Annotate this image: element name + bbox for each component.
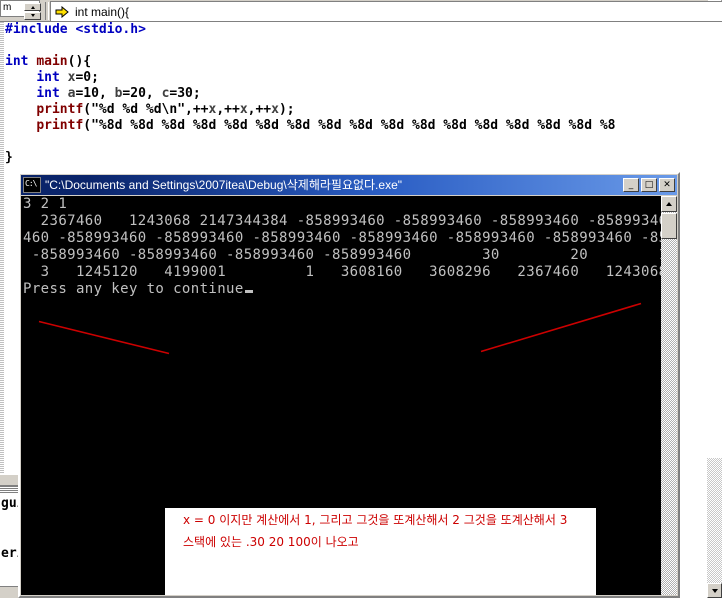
pane-status-strip <box>0 586 18 598</box>
triangle-down-icon[interactable] <box>707 583 722 598</box>
minimize-icon: _ <box>628 180 634 190</box>
triangle-up-icon[interactable] <box>661 196 677 212</box>
maximize-icon: □ <box>644 180 654 190</box>
console-window[interactable]: C:\ "C:\Documents and Settings\2007itea\… <box>18 172 680 598</box>
annotation-line-2: 스택에 있는 .30 20 100이 나오고 <box>183 535 359 549</box>
minimize-button[interactable]: _ <box>623 178 639 192</box>
pane-text-fragment-2: eri <box>1 546 18 561</box>
red-leader-line-right <box>480 302 642 353</box>
console-output-text: 3 2 1 2367460 1243068 2147344384 -858993… <box>23 196 677 297</box>
class-combo-value: m <box>3 2 12 13</box>
toolbar-separator <box>45 2 49 20</box>
pane-text-fragment-1: gui <box>1 496 18 511</box>
pane-splitter-top[interactable] <box>0 474 18 486</box>
console-title: "C:\Documents and Settings\2007itea\Debu… <box>45 178 403 192</box>
yellow-arrow-right-icon <box>55 6 69 18</box>
console-vertical-scrollbar[interactable] <box>661 196 677 595</box>
member-combo-box[interactable]: int main(){ <box>50 1 722 21</box>
pane-tab-strip[interactable] <box>0 486 18 494</box>
triangle-down-icon[interactable] <box>24 12 41 20</box>
maximize-button[interactable]: □ <box>641 178 657 192</box>
console-scroll-thumb[interactable] <box>661 213 677 239</box>
triangle-up-icon[interactable] <box>24 3 41 11</box>
member-combo-value: int main(){ <box>75 5 130 19</box>
ide-toolbar: m int main(){ <box>0 0 722 22</box>
editor-vertical-scrollbar[interactable] <box>706 458 722 598</box>
annotation-box: x = 0 이지만 계산에서 1, 그리고 그것을 또계산해서 2 그것을 또계… <box>165 508 596 595</box>
red-leader-line-left <box>38 320 170 355</box>
close-icon: ✕ <box>663 180 671 190</box>
close-button[interactable]: ✕ <box>659 178 675 192</box>
source-code: #include <stdio.h> int main(){ int x=0; … <box>5 22 616 165</box>
console-output-area[interactable]: 3 2 1 2367460 1243068 2147344384 -858993… <box>21 196 677 595</box>
console-titlebar[interactable]: C:\ "C:\Documents and Settings\2007itea\… <box>21 175 677 195</box>
annotation-line-1: x = 0 이지만 계산에서 1, 그리고 그것을 또계산해서 2 그것을 또계… <box>183 513 568 527</box>
toolbar-spinner[interactable] <box>24 3 41 20</box>
console-block-cursor <box>244 290 253 293</box>
output-pane-fragment[interactable]: gui eri <box>0 474 18 598</box>
console-cmd-icon: C:\ <box>23 177 41 193</box>
